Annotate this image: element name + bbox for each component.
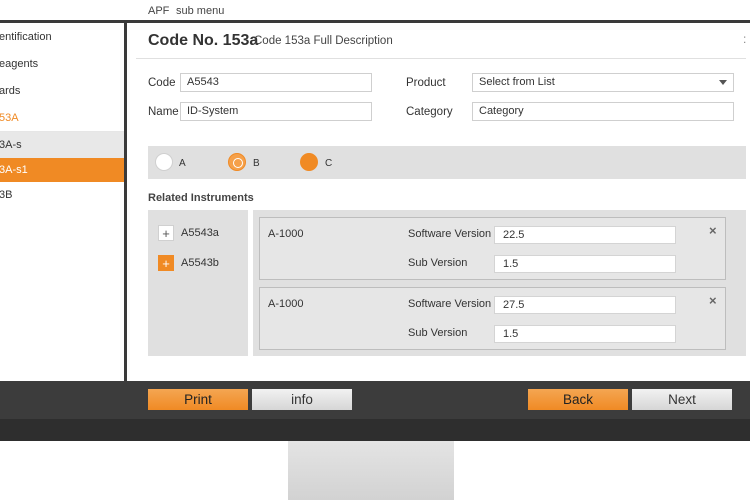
sidebar-item-reagents[interactable]: eagents xyxy=(0,51,124,77)
product-select-value: Select from List xyxy=(479,76,555,88)
software-version-label: Software Version xyxy=(408,298,492,310)
sidebar-item-label: entification xyxy=(0,31,52,43)
submenu-link[interactable]: sub menu xyxy=(176,5,224,17)
sidebar-item-153a[interactable]: 53A xyxy=(0,105,124,132)
radio-c[interactable] xyxy=(300,153,318,171)
radio-a[interactable] xyxy=(155,153,173,171)
instrument-card-name: A-1000 xyxy=(268,298,304,310)
sidebar: entification eagents ards 53A 3A-s 3A-s1… xyxy=(0,23,124,381)
sidebar-item-153b[interactable]: 3B xyxy=(0,182,124,208)
close-icon[interactable]: × xyxy=(709,223,717,238)
print-button[interactable]: Print xyxy=(148,389,248,410)
instrument-name-a5543b[interactable]: A5543b xyxy=(181,257,219,269)
add-instrument-a5543a-button[interactable]: + xyxy=(158,225,174,241)
software-version-field[interactable]: 22.5 xyxy=(494,226,676,244)
sidebar-item-153a-s1[interactable]: 3A-s1 xyxy=(0,158,124,182)
sidebar-item-label: ards xyxy=(0,85,21,97)
chevron-down-icon xyxy=(719,80,727,85)
related-instruments-title: Related Instruments xyxy=(148,192,254,204)
sidebar-item-label: 3B xyxy=(0,189,13,201)
sidebar-item-label: eagents xyxy=(0,58,39,70)
code-label: Code xyxy=(148,77,176,89)
radio-b-label: B xyxy=(253,158,260,169)
sidebar-item-standards[interactable]: ards xyxy=(0,78,124,104)
app-name: APF xyxy=(148,5,170,17)
software-version-field[interactable]: 27.5 xyxy=(494,296,676,314)
sub-version-label: Sub Version xyxy=(408,257,468,269)
info-button[interactable]: info xyxy=(252,389,352,410)
code-field[interactable]: A5543 xyxy=(180,73,372,92)
monitor-stand xyxy=(288,441,454,500)
add-instrument-a5543b-button[interactable]: + xyxy=(158,255,174,271)
product-select[interactable]: Select from List xyxy=(472,73,734,92)
sidebar-item-label: 53A xyxy=(0,112,19,124)
sub-version-field[interactable]: 1.5 xyxy=(494,255,676,273)
software-version-label: Software Version xyxy=(408,228,492,240)
back-button[interactable]: Back xyxy=(528,389,628,410)
sidebar-item-identification[interactable]: entification xyxy=(0,24,124,50)
sub-version-label: Sub Version xyxy=(408,327,468,339)
instrument-card-name: A-1000 xyxy=(268,228,304,240)
radio-c-label: C xyxy=(325,158,333,169)
top-bar: APF sub menu xyxy=(0,0,750,22)
radio-b[interactable] xyxy=(228,153,246,171)
name-label: Name xyxy=(148,106,179,118)
category-label: Category xyxy=(406,106,453,118)
category-field[interactable]: Category xyxy=(472,102,734,121)
sidebar-item-label: 3A-s1 xyxy=(0,164,28,176)
monitor-bezel xyxy=(0,419,750,441)
name-field[interactable]: ID-System xyxy=(180,102,372,121)
sidebar-item-153a-s[interactable]: 3A-s xyxy=(0,132,124,158)
sub-version-field[interactable]: 1.5 xyxy=(494,325,676,343)
next-button[interactable]: Next xyxy=(632,389,732,410)
instrument-name-a5543a[interactable]: A5543a xyxy=(181,227,219,239)
close-icon[interactable]: × xyxy=(709,293,717,308)
page-description: Code 153a Full Description xyxy=(254,35,393,47)
sidebar-divider xyxy=(124,23,127,381)
radio-a-label: A xyxy=(179,158,186,169)
header-divider xyxy=(136,58,746,59)
sidebar-item-label: 3A-s xyxy=(0,139,22,151)
product-label: Product xyxy=(406,77,446,89)
window-close-icon[interactable]: : xyxy=(743,32,746,46)
page-title: Code No. 153a xyxy=(148,32,259,49)
